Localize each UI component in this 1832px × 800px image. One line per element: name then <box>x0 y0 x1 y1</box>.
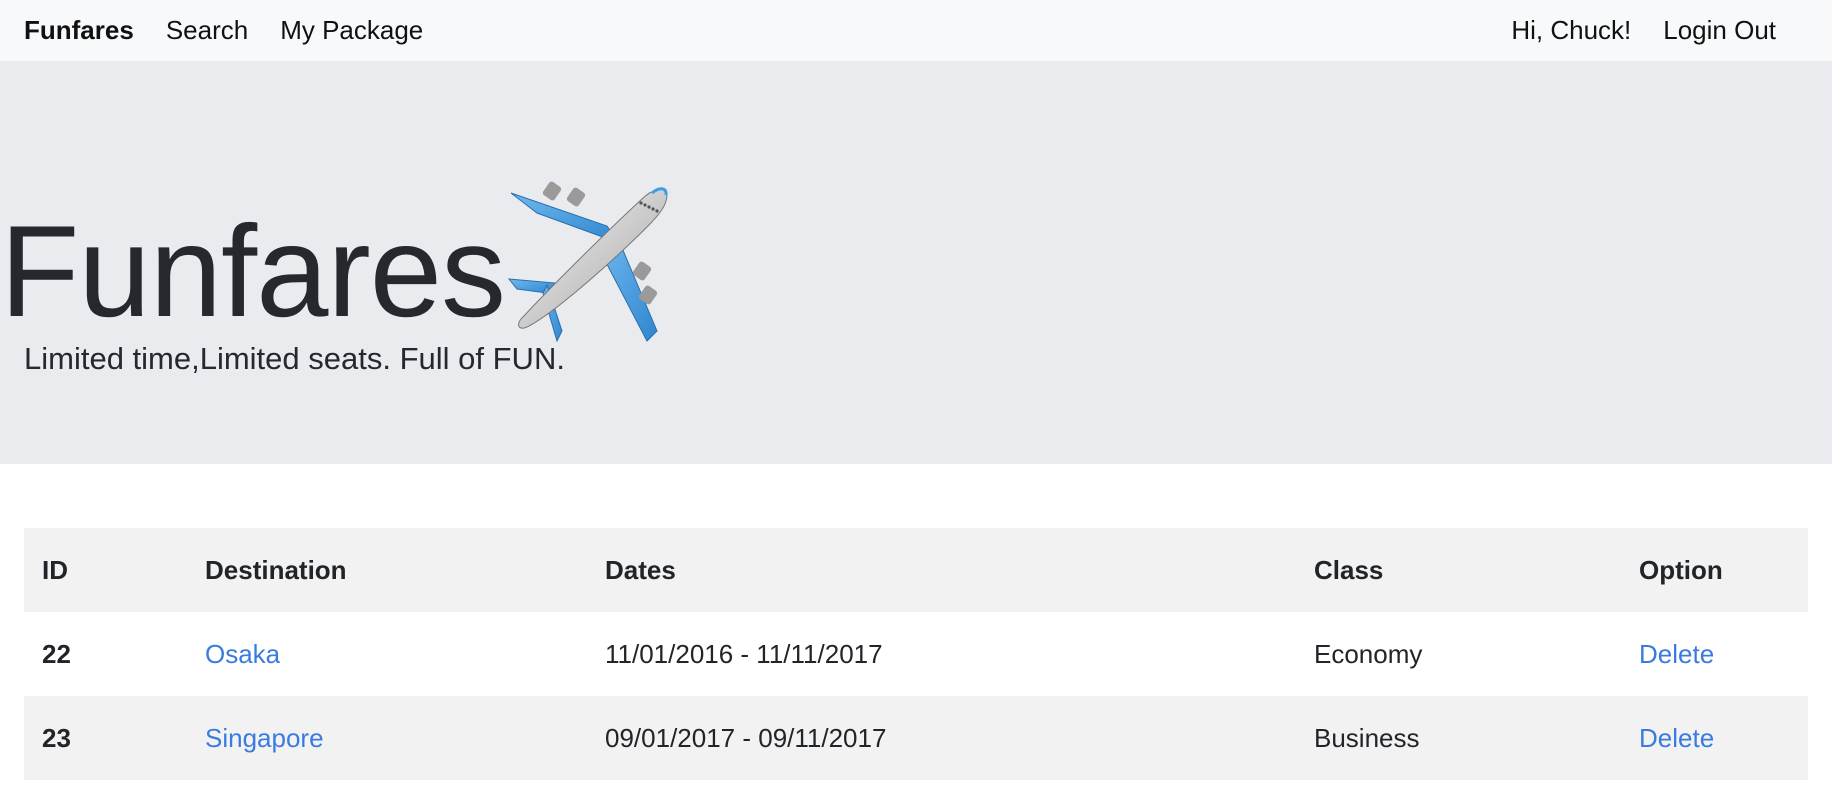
row-dates: 11/01/2016 - 11/11/2017 <box>605 638 883 669</box>
column-header-id: ID <box>42 554 68 585</box>
row-dates: 09/01/2017 - 09/11/2017 <box>605 722 887 753</box>
row-class: Business <box>1314 722 1420 753</box>
row-id: 22 <box>42 638 71 669</box>
nav-link-search[interactable]: Search <box>166 15 248 46</box>
nav-link-my-package[interactable]: My Package <box>280 15 423 46</box>
navbar-right: Hi, Chuck! Login Out <box>1511 0 1776 61</box>
hero-banner: Funfares Limited time,Limited seats. Ful… <box>0 61 1832 464</box>
logout-link[interactable]: Login Out <box>1663 15 1776 46</box>
row-class: Economy <box>1314 638 1423 669</box>
column-header-dates: Dates <box>605 554 676 585</box>
user-greeting-link[interactable]: Hi, Chuck! <box>1511 15 1631 46</box>
table-header-row: ID Destination Dates Class Option <box>24 528 1808 612</box>
airplane-icon <box>507 181 677 346</box>
row-id: 23 <box>42 722 71 753</box>
column-header-option: Option <box>1639 554 1723 585</box>
destination-link[interactable]: Singapore <box>205 723 324 753</box>
package-table-container: ID Destination Dates Class Option 22 Osa… <box>24 528 1808 780</box>
row-option: Delete <box>1621 612 1808 696</box>
delete-link[interactable]: Delete <box>1639 639 1714 669</box>
package-table: ID Destination Dates Class Option 22 Osa… <box>24 528 1808 780</box>
row-destination: Osaka <box>187 612 587 696</box>
brand-link[interactable]: Funfares <box>24 15 134 46</box>
row-option: Delete <box>1621 696 1808 780</box>
navbar: Funfares Search My Package Hi, Chuck! Lo… <box>0 0 1832 61</box>
column-header-destination: Destination <box>205 554 347 585</box>
row-destination: Singapore <box>187 696 587 780</box>
table-row: 22 Osaka 11/01/2016 - 11/11/2017 Economy… <box>24 612 1808 696</box>
delete-link[interactable]: Delete <box>1639 723 1714 753</box>
hero-subtitle: Limited time,Limited seats. Full of FUN. <box>24 341 565 376</box>
table-row: 23 Singapore 09/01/2017 - 09/11/2017 Bus… <box>24 696 1808 780</box>
column-header-class: Class <box>1314 554 1384 585</box>
destination-link[interactable]: Osaka <box>205 639 280 669</box>
hero-title-text: Funfares <box>0 198 506 344</box>
hero-title: Funfares <box>0 171 677 344</box>
